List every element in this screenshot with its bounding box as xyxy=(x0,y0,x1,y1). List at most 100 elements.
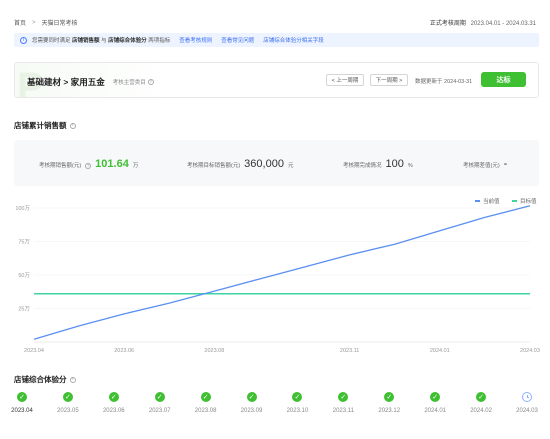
timeline-month-label: 2023.11 xyxy=(332,408,354,414)
category-card: P 基础建材 > 家用五金 考核主营类目 ? < 上一周期 下一周期 > 数据更… xyxy=(14,62,539,98)
assessment-period: 正式考核周期 2023.04.01 - 2024.03.31 xyxy=(430,18,536,27)
x-tick-label: 2023.11 xyxy=(340,348,359,354)
breadcrumb-current: 天猫日常考核 xyxy=(41,21,78,27)
question-icon[interactable]: ? xyxy=(69,376,76,383)
check-icon: ✓ xyxy=(154,392,165,402)
category-title: 基础建材 > 家用五金 考核主营类目 ? xyxy=(27,76,154,88)
stat-sales: 考核期销售额(元) ? 101.64 万 xyxy=(39,158,138,170)
timeline-month-label: 2023.04 xyxy=(11,408,33,414)
breadcrumb-separator: > xyxy=(32,19,36,26)
x-tick-label: 2023.06 xyxy=(114,348,134,354)
timeline-month-2023.04[interactable]: ✓ 2023.04 xyxy=(2,392,42,414)
check-icon: ✓ xyxy=(476,392,487,402)
sales-title-text: 店铺累计销售额 xyxy=(14,121,67,130)
check-icon: ✓ xyxy=(292,392,303,402)
timeline-month-label: 2024.03 xyxy=(516,408,538,414)
x-tick-label: 2024.01 xyxy=(430,348,450,354)
check-icon: ✓ xyxy=(62,392,73,402)
question-icon[interactable]: ? xyxy=(69,122,76,129)
timeline-month-label: 2023.08 xyxy=(194,408,217,414)
experience-timeline: ✓ 2023.04 ✓ 2023.05 ✓ 2023.06 ✓ 2023.07 ✓ 2023.08… xyxy=(0,392,550,432)
check-icon: ✓ xyxy=(17,392,27,402)
timeline-month-2023.07[interactable]: ✓ 2023.07 xyxy=(140,392,180,414)
stat-completion-value: 100 xyxy=(385,158,404,170)
y-tick-label: 75万 xyxy=(18,239,30,246)
prev-period-button[interactable]: < 上一周期 xyxy=(326,74,364,86)
clock-icon xyxy=(522,392,532,402)
notice-suffix: 两项指标 xyxy=(148,38,171,44)
experience-title-text: 店铺综合体验分 xyxy=(14,375,67,384)
stat-target: 考核期目标销售额(元) 360,000 元 xyxy=(187,158,293,170)
timeline-month-2023.05[interactable]: ✓ 2023.05 xyxy=(48,392,88,414)
timeline-month-label: 2024.02 xyxy=(470,408,492,414)
timeline-month-label: 2023.07 xyxy=(148,408,171,414)
check-icon: ✓ xyxy=(384,392,395,402)
notice-bold-sales: 店铺销售额 xyxy=(72,38,100,44)
next-period-button[interactable]: 下一周期 > xyxy=(370,74,408,86)
experience-section-title: 店铺综合体验分 ? xyxy=(14,374,76,385)
timeline-month-label: 2023.09 xyxy=(240,408,263,414)
timeline-month-2024.02[interactable]: ✓ 2024.02 xyxy=(461,392,501,414)
breadcrumb-home[interactable]: 首页 xyxy=(14,18,26,27)
stat-target-value: 360,000 xyxy=(244,158,284,170)
question-icon[interactable]: ? xyxy=(85,163,92,170)
category-subtitle: 考核主营类目 ? xyxy=(113,78,154,86)
view-rules-link[interactable]: 查看考核规则 xyxy=(179,36,212,44)
timeline-month-label: 2023.06 xyxy=(102,408,125,414)
status-badge: 达标 xyxy=(481,72,526,87)
experience-fields-link[interactable]: 店铺综合体验分相关字段 xyxy=(263,36,324,44)
timeline-month-label: 2023.05 xyxy=(57,408,79,414)
check-icon: ✓ xyxy=(338,392,349,402)
check-icon: ✓ xyxy=(108,392,119,402)
stat-diff-value: - xyxy=(503,158,508,170)
timeline-month-label: 2023.10 xyxy=(286,408,309,414)
notice-bar: i 您需要同时满足 店铺销售额 与 店铺综合体验分 两项指标 查看考核规则 查看… xyxy=(14,33,539,47)
check-icon: ✓ xyxy=(246,392,257,402)
check-icon: ✓ xyxy=(200,392,211,402)
notice-text: 您需要同时满足 店铺销售额 与 店铺综合体验分 两项指标 xyxy=(32,36,170,44)
view-faq-link[interactable]: 查看常见问题 xyxy=(221,36,254,44)
stat-target-unit: 元 xyxy=(287,163,294,169)
x-tick-label: 2023.08 xyxy=(204,348,224,354)
timeline-month-2023.11[interactable]: ✓ 2023.11 xyxy=(323,392,363,414)
stat-completion-label: 考核期完成情况 xyxy=(343,163,382,169)
timeline-month-2023.10[interactable]: ✓ 2023.10 xyxy=(277,392,317,414)
y-tick-label: 50万 xyxy=(18,272,30,279)
notice-mid: 与 xyxy=(101,38,107,44)
stat-sales-label: 考核期销售额(元) xyxy=(39,163,82,169)
notice-bold-experience: 店铺综合体验分 xyxy=(108,38,147,44)
timeline-month-label: 2024.01 xyxy=(424,408,447,414)
category-subtitle-text: 考核主营类目 xyxy=(112,80,146,86)
sales-section-title: 店铺累计销售额 ? xyxy=(14,120,76,131)
stat-sales-value: 101.64 xyxy=(95,158,129,170)
category-name: 基础建材 > 家用五金 xyxy=(27,77,105,87)
stat-diff: 考核期差值(元) - xyxy=(463,158,507,170)
timeline-month-2023.08[interactable]: ✓ 2023.08 xyxy=(186,392,226,414)
current-value-line xyxy=(33,205,531,340)
y-tick-label: 100万 xyxy=(15,205,30,212)
info-icon: i xyxy=(20,36,27,44)
sales-stats-panel: 考核期销售额(元) ? 101.64 万 考核期目标销售额(元) 360,000… xyxy=(14,140,539,186)
breadcrumb: 首页 > 天猫日常考核 xyxy=(14,18,78,28)
notice-prefix: 您需要同时满足 xyxy=(32,38,71,44)
timeline-month-2023.06[interactable]: ✓ 2023.06 xyxy=(94,392,134,414)
check-icon: ✓ xyxy=(430,392,441,402)
period-label: 正式考核周期 xyxy=(429,21,466,27)
period-value: 2023.04.01 - 2024.03.31 xyxy=(470,21,536,27)
x-tick-label: 2023.04 xyxy=(24,348,44,354)
timeline-month-2024.03[interactable]: 2024.03 xyxy=(507,392,547,414)
sales-line-chart: 100万 75万 50万 25万 2023.04 2023.06 2023.08 2023.1… xyxy=(15,205,540,354)
y-tick-label: 25万 xyxy=(18,306,30,313)
stat-sales-unit: 万 xyxy=(132,163,139,169)
timeline-month-2023.09[interactable]: ✓ 2023.09 xyxy=(232,392,272,414)
timeline-month-2023.12[interactable]: ✓ 2023.12 xyxy=(369,392,409,414)
question-icon[interactable]: ? xyxy=(147,79,154,85)
timeline-month-2024.01[interactable]: ✓ 2024.01 xyxy=(415,392,455,414)
stat-completion: 考核期完成情况 100 % xyxy=(343,158,413,170)
timeline-month-label: 2023.12 xyxy=(378,408,401,414)
top-bar: 首页 > 天猫日常考核 正式考核周期 2023.04.01 - 2024.03.… xyxy=(0,0,550,30)
stat-target-label: 考核期目标销售额(元) xyxy=(187,163,241,169)
x-tick-label: 2024.03 xyxy=(520,348,540,354)
data-updated-text: 数据更新于 2024-03-31 xyxy=(415,79,473,85)
stat-diff-label: 考核期差值(元) xyxy=(463,163,500,169)
